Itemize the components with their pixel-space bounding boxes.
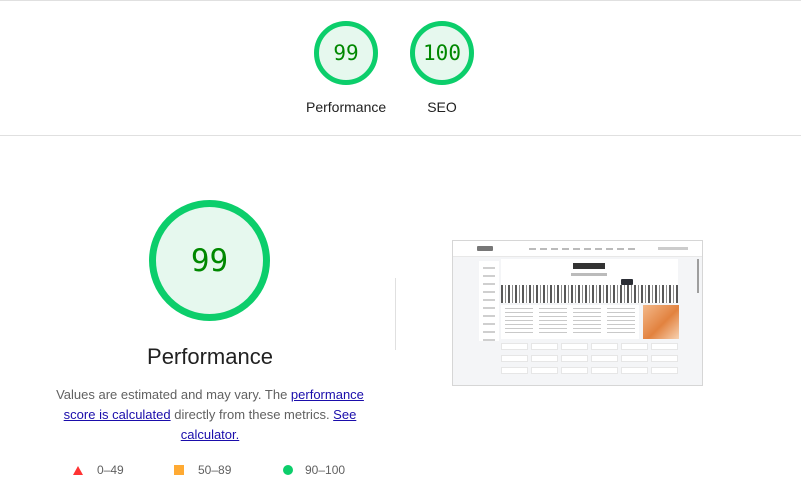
gauge-seo[interactable]: 100 SEO bbox=[402, 21, 482, 115]
thumb-hero-title bbox=[573, 263, 605, 269]
average-square-icon bbox=[174, 465, 184, 475]
pass-circle-icon bbox=[283, 465, 293, 475]
thumb-hero-text bbox=[571, 273, 607, 276]
performance-title: Performance bbox=[147, 344, 273, 369]
thumb-artwork bbox=[643, 305, 679, 339]
legend-fail-label: 0–49 bbox=[97, 463, 124, 477]
thumb-navbar bbox=[453, 241, 702, 257]
fail-triangle-icon bbox=[73, 465, 83, 475]
legend-fail: 0–49 bbox=[73, 462, 124, 478]
page-screenshot-thumbnail[interactable] bbox=[452, 240, 703, 386]
performance-big-gauge: 99 bbox=[149, 200, 270, 321]
thumb-nav-links bbox=[529, 248, 639, 250]
legend-average-label: 50–89 bbox=[198, 463, 232, 477]
thumb-nav-right bbox=[658, 247, 688, 250]
performance-score-ring: 99 bbox=[314, 21, 378, 85]
legend-pass-label: 90–100 bbox=[305, 463, 346, 477]
note-prefix: Values are estimated and may vary. The bbox=[56, 387, 291, 402]
thumb-sidebar bbox=[479, 261, 499, 341]
performance-note: Values are estimated and may vary. The p… bbox=[52, 385, 368, 445]
lighthouse-report: 99 Performance 100 SEO 99 Performance Va… bbox=[0, 0, 801, 491]
seo-label: SEO bbox=[427, 99, 457, 115]
thumb-scrollbar bbox=[697, 259, 699, 293]
thumb-illustration-band bbox=[501, 285, 678, 303]
vertical-divider bbox=[395, 278, 396, 350]
thumb-text-columns bbox=[501, 305, 639, 339]
thumb-link-grid bbox=[501, 343, 679, 381]
legend-pass: 90–100 bbox=[283, 462, 345, 478]
legend-average: 50–89 bbox=[174, 462, 231, 478]
seo-score-ring: 100 bbox=[410, 21, 474, 85]
gauge-performance[interactable]: 99 Performance bbox=[306, 21, 386, 115]
score-summary: 99 Performance 100 SEO bbox=[0, 0, 801, 136]
thumb-logo bbox=[477, 246, 493, 251]
note-middle: directly from these metrics. bbox=[170, 407, 334, 422]
performance-label: Performance bbox=[306, 99, 387, 115]
